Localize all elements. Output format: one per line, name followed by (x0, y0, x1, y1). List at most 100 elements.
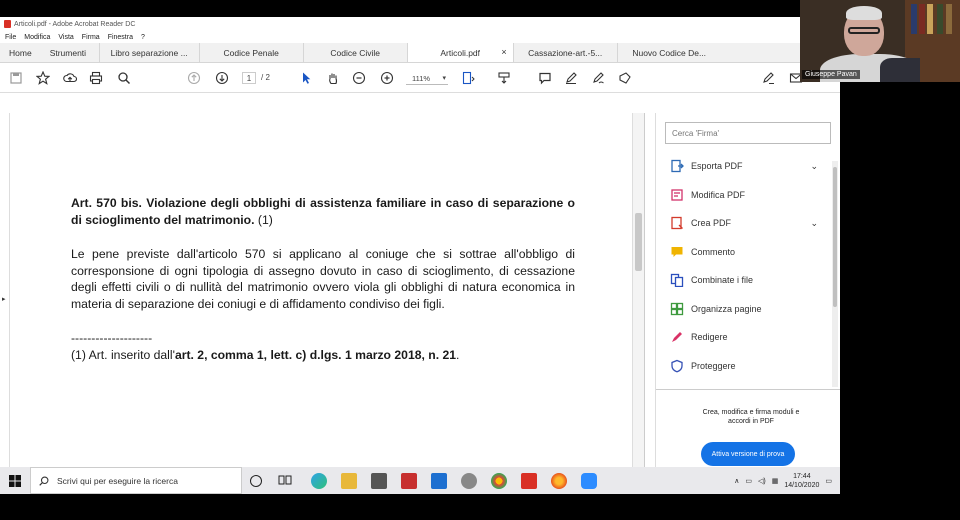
expand-left-icon[interactable]: ▸ (2, 295, 6, 303)
tool-label: Modifica PDF (691, 189, 746, 200)
chevron-down-icon[interactable]: ⌄ (810, 218, 818, 229)
draw-icon[interactable] (590, 70, 606, 86)
page-number-field[interactable]: 1 (242, 72, 256, 84)
tool-label: Crea PDF (691, 218, 732, 228)
zoom-out-icon[interactable] (351, 70, 367, 86)
heading-title: Art. 570 bis. Violazione degli obblighi … (71, 196, 575, 227)
itunes-icon[interactable] (461, 473, 477, 489)
file-explorer-icon[interactable] (341, 473, 357, 489)
hand-tool-icon[interactable] (325, 70, 341, 86)
tab-codice-penale[interactable]: Codice Penale (198, 43, 303, 62)
scroll-mode-icon[interactable] (496, 70, 512, 86)
clock-date: 14/10/2020 (784, 481, 820, 489)
vertical-scrollbar[interactable] (632, 113, 644, 467)
tab-strumenti[interactable]: Strumenti (41, 43, 99, 62)
tools-scrollbar-thumb[interactable] (833, 167, 837, 307)
tool-create-pdf[interactable]: Crea PDF ⌄ (670, 214, 820, 232)
menu-help[interactable]: ? (141, 34, 145, 41)
tool-edit-pdf[interactable]: Modifica PDF (670, 186, 820, 204)
close-tab-icon[interactable]: × (501, 47, 506, 57)
tool-comment[interactable]: Commento (670, 243, 820, 261)
menu-bar: File Modifica Vista Firma Finestra ? (0, 31, 840, 43)
task-view-icon[interactable] (278, 473, 294, 489)
document-viewport[interactable]: ▸ Art. 570 bis. Violazione degli obbligh… (0, 113, 645, 467)
language-icon[interactable]: ▦ (772, 477, 779, 485)
tool-label: Commento (691, 246, 736, 257)
search-icon[interactable] (116, 70, 132, 86)
tab-label: Codice Civile (330, 47, 380, 58)
footnote-suffix: . (456, 347, 460, 362)
tool-organize-pages[interactable]: Organizza pagine (670, 300, 820, 318)
gift-app-icon[interactable] (401, 473, 417, 489)
zoom-app-icon[interactable] (581, 473, 597, 489)
sign-icon[interactable] (760, 70, 776, 86)
star-icon[interactable] (35, 70, 51, 86)
page-down-icon[interactable] (214, 70, 230, 86)
left-panel-toggle[interactable]: ▸ (0, 113, 10, 467)
start-trial-button[interactable]: Attiva versione di prova (701, 442, 795, 466)
menu-file[interactable]: File (5, 34, 16, 41)
menu-firma[interactable]: Firma (82, 34, 100, 41)
print-icon[interactable] (88, 70, 104, 86)
person-hair (846, 6, 882, 20)
tray-chevron-icon[interactable]: ∧ (734, 477, 739, 485)
tab-cassazione[interactable]: Cassazione-art.-5... (512, 43, 617, 62)
tool-search-input[interactable] (665, 122, 831, 144)
organize-pages-icon (670, 302, 684, 316)
article-text: Art. 570 bis. Violazione degli obblighi … (71, 195, 575, 363)
tab-articoli[interactable]: Articoli.pdf × (406, 43, 513, 62)
combine-files-icon (670, 273, 684, 288)
page-up-icon[interactable] (186, 70, 202, 86)
tool-export-pdf[interactable]: Esporta PDF ⌄ (670, 157, 820, 175)
system-tray: ∧ ▭ ◁) ▦ 17:44 14/10/2020 ▭ (734, 467, 840, 494)
person-jacket (880, 58, 920, 82)
footnote: (1) Art. inserito dall'art. 2, comma 1, … (71, 347, 575, 364)
cortana-icon[interactable] (250, 475, 262, 487)
chrome-icon[interactable] (491, 473, 507, 489)
firefox-icon[interactable] (551, 473, 567, 489)
tab-label: Libro separazione ... (110, 47, 188, 58)
zoom-select[interactable]: 111% (406, 72, 448, 85)
comment-icon[interactable] (537, 70, 553, 86)
create-pdf-icon (670, 216, 684, 230)
tab-home[interactable]: Home (0, 43, 41, 62)
tab-libro-separazione[interactable]: Libro separazione ... (98, 43, 199, 62)
save-icon[interactable] (8, 70, 24, 86)
outlook-icon[interactable] (431, 473, 447, 489)
zoom-in-icon[interactable] (379, 70, 395, 86)
store-icon[interactable] (371, 473, 387, 489)
network-icon[interactable]: ▭ (745, 477, 752, 485)
stamp-icon[interactable] (617, 70, 633, 86)
highlight-pen-icon[interactable] (563, 70, 579, 86)
tab-label: Codice Penale (223, 47, 279, 58)
windows-start-icon[interactable] (0, 467, 30, 494)
acrobat-icon[interactable] (521, 473, 537, 489)
tool-combine-files[interactable]: Combinate i file (670, 271, 820, 289)
menu-finestra[interactable]: Finestra (108, 34, 133, 41)
scrollbar-thumb[interactable] (635, 213, 642, 271)
menu-vista[interactable]: Vista (58, 34, 73, 41)
webcam-overlay: Giuseppe Pavan (800, 0, 960, 82)
book (919, 4, 925, 34)
export-pdf-icon (670, 159, 684, 173)
taskbar-search[interactable]: Scrivi qui per eseguire la ricerca (30, 467, 242, 494)
volume-icon[interactable]: ◁) (758, 477, 766, 485)
tab-bar: Home Strumenti Libro separazione ... Cod… (0, 43, 840, 63)
taskbar-clock[interactable]: 17:44 14/10/2020 (784, 472, 819, 490)
pdf-file-icon (4, 20, 11, 28)
tool-label: Redigere (691, 332, 728, 342)
tools-scrollbar[interactable] (832, 161, 838, 387)
menu-modifica[interactable]: Modifica (24, 34, 50, 41)
edge-icon[interactable] (311, 473, 327, 489)
tab-nuovo-codice[interactable]: Nuovo Codice De... (616, 43, 721, 62)
tool-redact[interactable]: Redigere (670, 328, 820, 346)
tab-codice-civile[interactable]: Codice Civile (302, 43, 407, 62)
title-bar: Articoli.pdf - Adobe Acrobat Reader DC (0, 17, 840, 31)
taskbar-search-icon (39, 476, 49, 486)
cloud-upload-icon[interactable] (62, 70, 78, 86)
notifications-icon[interactable]: ▭ (825, 477, 832, 485)
tool-protect[interactable]: Proteggere (670, 357, 820, 375)
select-cursor-icon[interactable] (298, 70, 314, 86)
fit-page-icon[interactable] (460, 70, 476, 86)
chevron-down-icon[interactable]: ⌄ (810, 161, 818, 172)
